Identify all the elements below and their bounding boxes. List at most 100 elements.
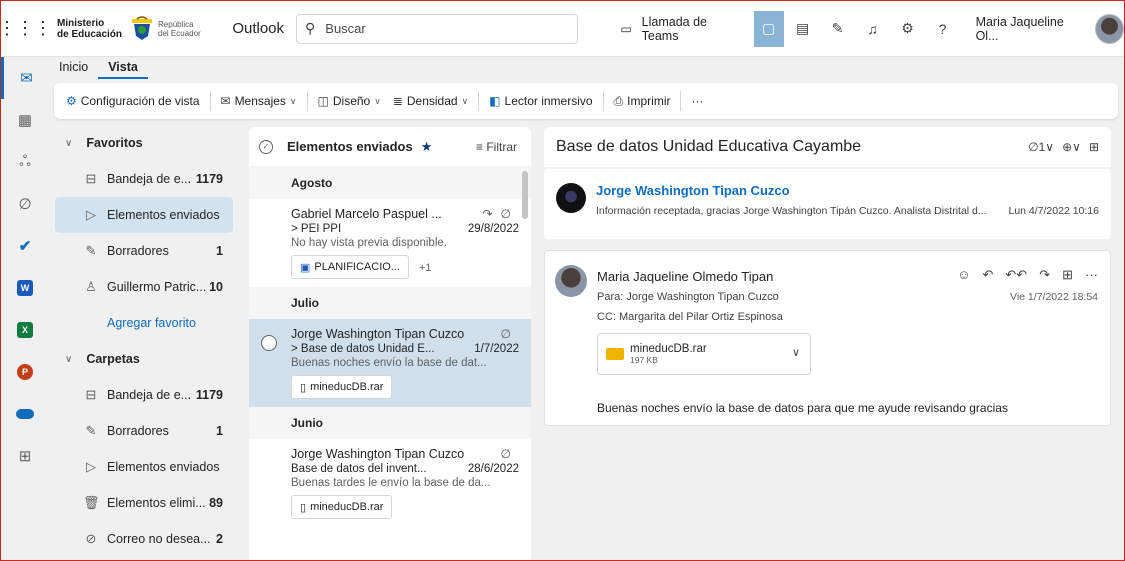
- reader-icon: ◧: [489, 94, 501, 108]
- mail-icon[interactable]: ✉: [1, 57, 49, 99]
- attachment-card[interactable]: mineducDB.rar 197 KB ∨: [597, 333, 811, 375]
- filter-button[interactable]: ≡ Filtrar: [476, 140, 517, 154]
- folder-count: 1179: [195, 172, 223, 186]
- folder-sent-fav[interactable]: ▷ Elementos enviados: [55, 197, 233, 233]
- forward-icon[interactable]: ↷: [1039, 267, 1050, 283]
- tab-vista[interactable]: Vista: [98, 57, 148, 79]
- scrollbar[interactable]: [522, 171, 528, 219]
- topbar-icons: ▢ ▤ ✎ ♫ ⚙ ?: [753, 10, 962, 47]
- folder-deleted[interactable]: 🗑 Elementos elimi... 89: [49, 485, 243, 521]
- list-item-selected[interactable]: Jorge Washington Tipan Cuzco ∅ > Base de …: [249, 319, 531, 407]
- attach-count-button[interactable]: ∅1∨: [1028, 140, 1054, 154]
- folder-sent[interactable]: ▷ Elementos enviados: [49, 449, 243, 485]
- group-header-julio: Julio: [249, 287, 531, 319]
- app-name[interactable]: Outlook: [232, 20, 284, 37]
- folder-pane: ∨ Favoritos ⊟ Bandeja de e... 1179 ▷ Element…: [49, 125, 243, 560]
- layout-icon: ◫: [317, 94, 329, 108]
- select-radio[interactable]: [261, 335, 277, 351]
- favoritos-header[interactable]: ∨ Favoritos: [49, 125, 243, 161]
- more-apps-icon[interactable]: ⊞: [1, 435, 49, 477]
- divider: [680, 91, 682, 111]
- group-header-agosto: Agosto: [249, 167, 531, 199]
- emoji-icon[interactable]: ☺: [957, 267, 970, 283]
- inbox-icon: ⊟: [85, 387, 97, 402]
- divider: [306, 91, 308, 111]
- msg-date: 1/7/2022: [474, 343, 519, 355]
- popout-icon[interactable]: ⊞: [1089, 140, 1099, 154]
- bell-icon[interactable]: ♫: [857, 13, 889, 45]
- app-rail: ✉ ▦ ஃ ∅ ✔ W X P ⊞: [1, 57, 49, 560]
- select-all-checkbox[interactable]: ✓: [259, 139, 273, 154]
- word-file-icon: ▣: [300, 261, 311, 274]
- chat-icon[interactable]: ▢: [753, 10, 784, 47]
- msg-sender: Jorge Washington Tipan Cuzco: [291, 447, 465, 461]
- attach-icon[interactable]: ∅: [1, 183, 49, 225]
- attachment-chip[interactable]: ▣ PLANIFICACIO...: [291, 255, 409, 279]
- carpetas-header[interactable]: ∨ Carpetas: [49, 341, 243, 377]
- rar-file-icon: [606, 348, 624, 360]
- powerpoint-app-icon[interactable]: P: [1, 351, 49, 393]
- word-icon[interactable]: ▤: [787, 13, 819, 45]
- density-button[interactable]: ≣ Densidad ∨: [387, 88, 474, 114]
- layout-button[interactable]: ◫ Diseño ∨: [312, 88, 387, 114]
- folder-person-fav[interactable]: ♙ Guillermo Patric... 10: [49, 269, 243, 305]
- inbox-icon: ⊟: [85, 171, 97, 186]
- message-card-collapsed[interactable]: Jorge Washington Tipan Cuzco Información…: [544, 169, 1111, 239]
- attachment-chip[interactable]: ▯ mineducDB.rar: [291, 375, 393, 399]
- more-options-button[interactable]: ···: [685, 88, 709, 114]
- avatar: [555, 265, 587, 297]
- zoom-icon[interactable]: ⊕∨: [1062, 140, 1081, 154]
- search-icon: ⚲: [305, 20, 316, 36]
- list-item[interactable]: Gabriel Marcelo Paspuel ... ↷∅ > PEI PPI 2…: [249, 199, 531, 287]
- gear-icon[interactable]: ⚙: [892, 13, 924, 45]
- chevron-down-icon[interactable]: ∨: [792, 346, 800, 359]
- add-favorite-link[interactable]: Agregar favorito: [49, 305, 243, 341]
- msg-preview: No hay vista previa disponible.: [291, 237, 447, 249]
- top-bar: ⋮⋮⋮ Ministerio de Educación República de…: [1, 1, 1124, 57]
- star-icon[interactable]: ★: [421, 139, 433, 155]
- more-icon[interactable]: ···: [1085, 267, 1098, 283]
- people-icon[interactable]: ஃ: [1, 141, 49, 183]
- sender-name[interactable]: Maria Jaqueline Olmedo Tipan: [597, 269, 773, 284]
- immersive-reader-button[interactable]: ◧ Lector inmersivo: [483, 88, 598, 114]
- folder-drafts-fav[interactable]: ✎ Borradores 1: [49, 233, 243, 269]
- messages-button[interactable]: ✉ Mensajes ∨: [215, 88, 303, 114]
- note-icon[interactable]: ✎: [822, 13, 854, 45]
- folder-inbox[interactable]: ⊟ Bandeja de e... 1179: [49, 377, 243, 413]
- print-button[interactable]: ⎙ Imprimir: [608, 88, 677, 114]
- folder-junk[interactable]: ⊘ Correo no desea... 2: [49, 521, 243, 557]
- message-list-title: Elementos enviados: [287, 139, 413, 154]
- gear-icon: ⚙: [66, 94, 77, 108]
- ministerio-logo[interactable]: Ministerio de Educación República del Ec…: [57, 15, 222, 42]
- sender-name[interactable]: Jorge Washington Tipan Cuzco: [596, 183, 790, 198]
- message-list-header: ✓ Elementos enviados ★ ≡ Filtrar: [249, 127, 531, 167]
- recipient-cc: CC: Margarita del Pilar Ortiz Espinosa: [597, 311, 783, 323]
- user-account[interactable]: Maria Jaqueline Ol...: [975, 13, 1124, 44]
- attachment-chip[interactable]: ▯ mineducDB.rar: [291, 495, 393, 519]
- word-app-icon[interactable]: W: [1, 267, 49, 309]
- view-settings-button[interactable]: ⚙ Configuración de vista: [60, 88, 206, 114]
- message-card-expanded: Maria Jaqueline Olmedo Tipan Para: Jorge…: [544, 250, 1111, 426]
- msg-subject: > Base de datos Unidad E...: [291, 343, 435, 355]
- list-item[interactable]: Jorge Washington Tipan Cuzco ∅ Base de da…: [249, 439, 531, 527]
- user-name: Maria Jaqueline Ol...: [975, 14, 1064, 43]
- density-icon: ≣: [392, 94, 403, 108]
- folder-drafts[interactable]: ✎ Borradores 1: [49, 413, 243, 449]
- message-actions: ☺ ↶ ↶↶ ↷ ⊞ ···: [957, 267, 1098, 283]
- reply-all-icon[interactable]: ↶↶: [1005, 267, 1027, 283]
- tab-inicio[interactable]: Inicio: [49, 57, 98, 79]
- chevron-down-icon: ∨: [65, 137, 73, 149]
- printer-icon: ⎙: [613, 93, 624, 108]
- calendar-icon[interactable]: ▦: [1, 99, 49, 141]
- reply-icon[interactable]: ↶: [982, 267, 993, 283]
- search-input[interactable]: ⚲ Buscar: [296, 13, 579, 44]
- folder-inbox-fav[interactable]: ⊟ Bandeja de e... 1179: [49, 161, 243, 197]
- excel-app-icon[interactable]: X: [1, 309, 49, 351]
- onedrive-icon[interactable]: [1, 393, 49, 435]
- more-attachments[interactable]: +1: [419, 262, 432, 274]
- teams-call-button[interactable]: ▭ Llamada de Teams: [620, 15, 743, 43]
- todo-icon[interactable]: ✔: [1, 225, 49, 267]
- apps-icon[interactable]: ⊞: [1062, 267, 1073, 283]
- waffle-icon[interactable]: ⋮⋮⋮: [1, 1, 52, 57]
- help-icon[interactable]: ?: [927, 13, 959, 45]
